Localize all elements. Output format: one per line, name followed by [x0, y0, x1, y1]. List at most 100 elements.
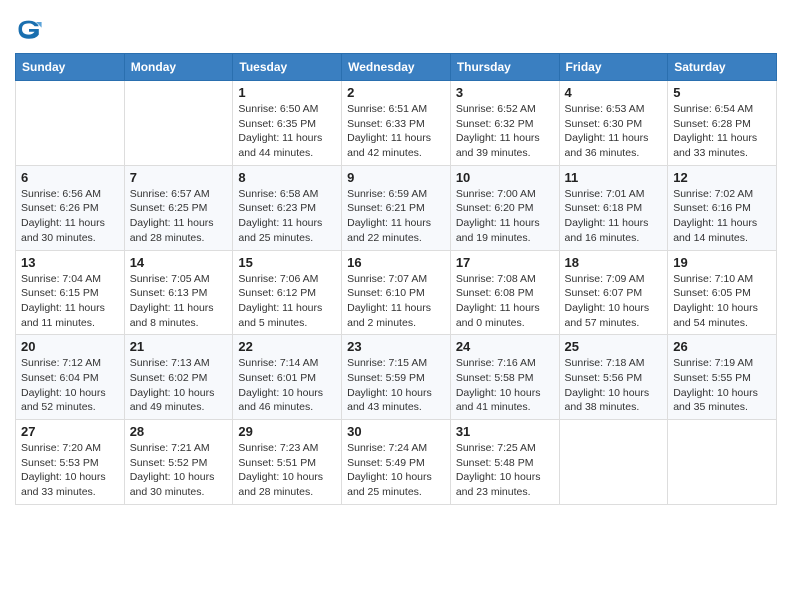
day-number: 12 [673, 170, 771, 185]
calendar-cell: 20 Sunrise: 7:12 AMSunset: 6:04 PMDayligh… [16, 335, 125, 420]
day-number: 26 [673, 339, 771, 354]
calendar-cell: 13Sunrise: 7:04 AMSunset: 6:15 PMDayligh… [16, 250, 125, 335]
day-number: 20 [21, 339, 119, 354]
day-number: 10 [456, 170, 554, 185]
day-number: 18 [565, 255, 663, 270]
day-number: 11 [565, 170, 663, 185]
calendar-cell: 28 Sunrise: 7:21 AMSunset: 5:52 PMDayligh… [124, 420, 233, 505]
day-info: Sunrise: 6:53 AMSunset: 6:30 PMDaylight:… [565, 102, 663, 161]
day-info: Sunrise: 7:20 AMSunset: 5:53 PMDaylight:… [21, 441, 119, 500]
day-number: 14 [130, 255, 228, 270]
calendar-cell: 17Sunrise: 7:08 AMSunset: 6:08 PMDayligh… [450, 250, 559, 335]
day-info: Sunrise: 7:19 AMSunset: 5:55 PMDaylight:… [673, 356, 771, 415]
calendar: SundayMondayTuesdayWednesdayThursdayFrid… [15, 53, 777, 505]
calendar-cell: 24 Sunrise: 7:16 AMSunset: 5:58 PMDayligh… [450, 335, 559, 420]
calendar-day-header: Thursday [450, 54, 559, 81]
day-info: Sunrise: 7:01 AMSunset: 6:18 PMDaylight:… [565, 187, 663, 246]
page-header [15, 15, 777, 43]
day-number: 31 [456, 424, 554, 439]
day-info: Sunrise: 7:07 AMSunset: 6:10 PMDaylight:… [347, 272, 445, 331]
calendar-cell: 21 Sunrise: 7:13 AMSunset: 6:02 PMDayligh… [124, 335, 233, 420]
day-number: 7 [130, 170, 228, 185]
calendar-cell: 2Sunrise: 6:51 AMSunset: 6:33 PMDaylight… [342, 81, 451, 166]
day-info: Sunrise: 6:58 AMSunset: 6:23 PMDaylight:… [238, 187, 336, 246]
day-number: 27 [21, 424, 119, 439]
calendar-cell: 5 Sunrise: 6:54 AMSunset: 6:28 PMDaylight… [668, 81, 777, 166]
calendar-day-header: Saturday [668, 54, 777, 81]
day-info: Sunrise: 7:15 AMSunset: 5:59 PMDaylight:… [347, 356, 445, 415]
day-info: Sunrise: 7:12 AMSunset: 6:04 PMDaylight:… [21, 356, 119, 415]
day-info: Sunrise: 6:54 AMSunset: 6:28 PMDaylight:… [673, 102, 771, 161]
calendar-week-row: 13Sunrise: 7:04 AMSunset: 6:15 PMDayligh… [16, 250, 777, 335]
day-info: Sunrise: 7:21 AMSunset: 5:52 PMDaylight:… [130, 441, 228, 500]
calendar-cell: 6 Sunrise: 6:56 AMSunset: 6:26 PMDaylight… [16, 165, 125, 250]
calendar-week-row: 27 Sunrise: 7:20 AMSunset: 5:53 PMDayligh… [16, 420, 777, 505]
logo-icon [15, 15, 43, 43]
calendar-cell: 12 Sunrise: 7:02 AMSunset: 6:16 PMDayligh… [668, 165, 777, 250]
day-number: 24 [456, 339, 554, 354]
calendar-cell: 18Sunrise: 7:09 AMSunset: 6:07 PMDayligh… [559, 250, 668, 335]
day-info: Sunrise: 7:02 AMSunset: 6:16 PMDaylight:… [673, 187, 771, 246]
day-number: 17 [456, 255, 554, 270]
day-info: Sunrise: 7:25 AMSunset: 5:48 PMDaylight:… [456, 441, 554, 500]
day-number: 8 [238, 170, 336, 185]
calendar-cell [124, 81, 233, 166]
day-info: Sunrise: 6:50 AMSunset: 6:35 PMDaylight:… [238, 102, 336, 161]
calendar-cell: 15 Sunrise: 7:06 AMSunset: 6:12 PMDayligh… [233, 250, 342, 335]
calendar-cell [559, 420, 668, 505]
day-number: 19 [673, 255, 771, 270]
calendar-cell [668, 420, 777, 505]
day-info: Sunrise: 7:14 AMSunset: 6:01 PMDaylight:… [238, 356, 336, 415]
day-info: Sunrise: 7:13 AMSunset: 6:02 PMDaylight:… [130, 356, 228, 415]
calendar-cell: 29Sunrise: 7:23 AMSunset: 5:51 PMDayligh… [233, 420, 342, 505]
day-info: Sunrise: 7:24 AMSunset: 5:49 PMDaylight:… [347, 441, 445, 500]
day-number: 5 [673, 85, 771, 100]
calendar-cell: 8 Sunrise: 6:58 AMSunset: 6:23 PMDaylight… [233, 165, 342, 250]
day-number: 16 [347, 255, 445, 270]
day-number: 23 [347, 339, 445, 354]
day-info: Sunrise: 6:51 AMSunset: 6:33 PMDaylight:… [347, 102, 445, 161]
calendar-header-row: SundayMondayTuesdayWednesdayThursdayFrid… [16, 54, 777, 81]
day-number: 4 [565, 85, 663, 100]
day-number: 6 [21, 170, 119, 185]
calendar-cell: 7 Sunrise: 6:57 AMSunset: 6:25 PMDaylight… [124, 165, 233, 250]
calendar-day-header: Tuesday [233, 54, 342, 81]
day-info: Sunrise: 7:00 AMSunset: 6:20 PMDaylight:… [456, 187, 554, 246]
calendar-cell: 25Sunrise: 7:18 AMSunset: 5:56 PMDayligh… [559, 335, 668, 420]
day-number: 3 [456, 85, 554, 100]
day-number: 9 [347, 170, 445, 185]
calendar-cell: 1 Sunrise: 6:50 AMSunset: 6:35 PMDaylight… [233, 81, 342, 166]
calendar-cell: 30Sunrise: 7:24 AMSunset: 5:49 PMDayligh… [342, 420, 451, 505]
calendar-cell: 3Sunrise: 6:52 AMSunset: 6:32 PMDaylight… [450, 81, 559, 166]
day-number: 21 [130, 339, 228, 354]
calendar-week-row: 1 Sunrise: 6:50 AMSunset: 6:35 PMDaylight… [16, 81, 777, 166]
day-number: 22 [238, 339, 336, 354]
calendar-week-row: 20 Sunrise: 7:12 AMSunset: 6:04 PMDayligh… [16, 335, 777, 420]
calendar-cell: 23 Sunrise: 7:15 AMSunset: 5:59 PMDayligh… [342, 335, 451, 420]
day-number: 15 [238, 255, 336, 270]
calendar-cell: 11 Sunrise: 7:01 AMSunset: 6:18 PMDayligh… [559, 165, 668, 250]
calendar-cell: 22 Sunrise: 7:14 AMSunset: 6:01 PMDayligh… [233, 335, 342, 420]
calendar-day-header: Friday [559, 54, 668, 81]
calendar-cell: 4 Sunrise: 6:53 AMSunset: 6:30 PMDaylight… [559, 81, 668, 166]
day-info: Sunrise: 7:06 AMSunset: 6:12 PMDaylight:… [238, 272, 336, 331]
day-info: Sunrise: 7:18 AMSunset: 5:56 PMDaylight:… [565, 356, 663, 415]
day-number: 1 [238, 85, 336, 100]
day-info: Sunrise: 6:59 AMSunset: 6:21 PMDaylight:… [347, 187, 445, 246]
calendar-cell: 19Sunrise: 7:10 AMSunset: 6:05 PMDayligh… [668, 250, 777, 335]
day-info: Sunrise: 7:23 AMSunset: 5:51 PMDaylight:… [238, 441, 336, 500]
calendar-day-header: Wednesday [342, 54, 451, 81]
calendar-cell: 9 Sunrise: 6:59 AMSunset: 6:21 PMDaylight… [342, 165, 451, 250]
calendar-cell: 14Sunrise: 7:05 AMSunset: 6:13 PMDayligh… [124, 250, 233, 335]
calendar-body: 1 Sunrise: 6:50 AMSunset: 6:35 PMDaylight… [16, 81, 777, 505]
day-number: 28 [130, 424, 228, 439]
calendar-day-header: Sunday [16, 54, 125, 81]
calendar-day-header: Monday [124, 54, 233, 81]
calendar-cell [16, 81, 125, 166]
calendar-cell: 31 Sunrise: 7:25 AMSunset: 5:48 PMDayligh… [450, 420, 559, 505]
day-info: Sunrise: 6:57 AMSunset: 6:25 PMDaylight:… [130, 187, 228, 246]
calendar-week-row: 6 Sunrise: 6:56 AMSunset: 6:26 PMDaylight… [16, 165, 777, 250]
day-info: Sunrise: 6:56 AMSunset: 6:26 PMDaylight:… [21, 187, 119, 246]
calendar-cell: 26 Sunrise: 7:19 AMSunset: 5:55 PMDayligh… [668, 335, 777, 420]
day-info: Sunrise: 7:16 AMSunset: 5:58 PMDaylight:… [456, 356, 554, 415]
